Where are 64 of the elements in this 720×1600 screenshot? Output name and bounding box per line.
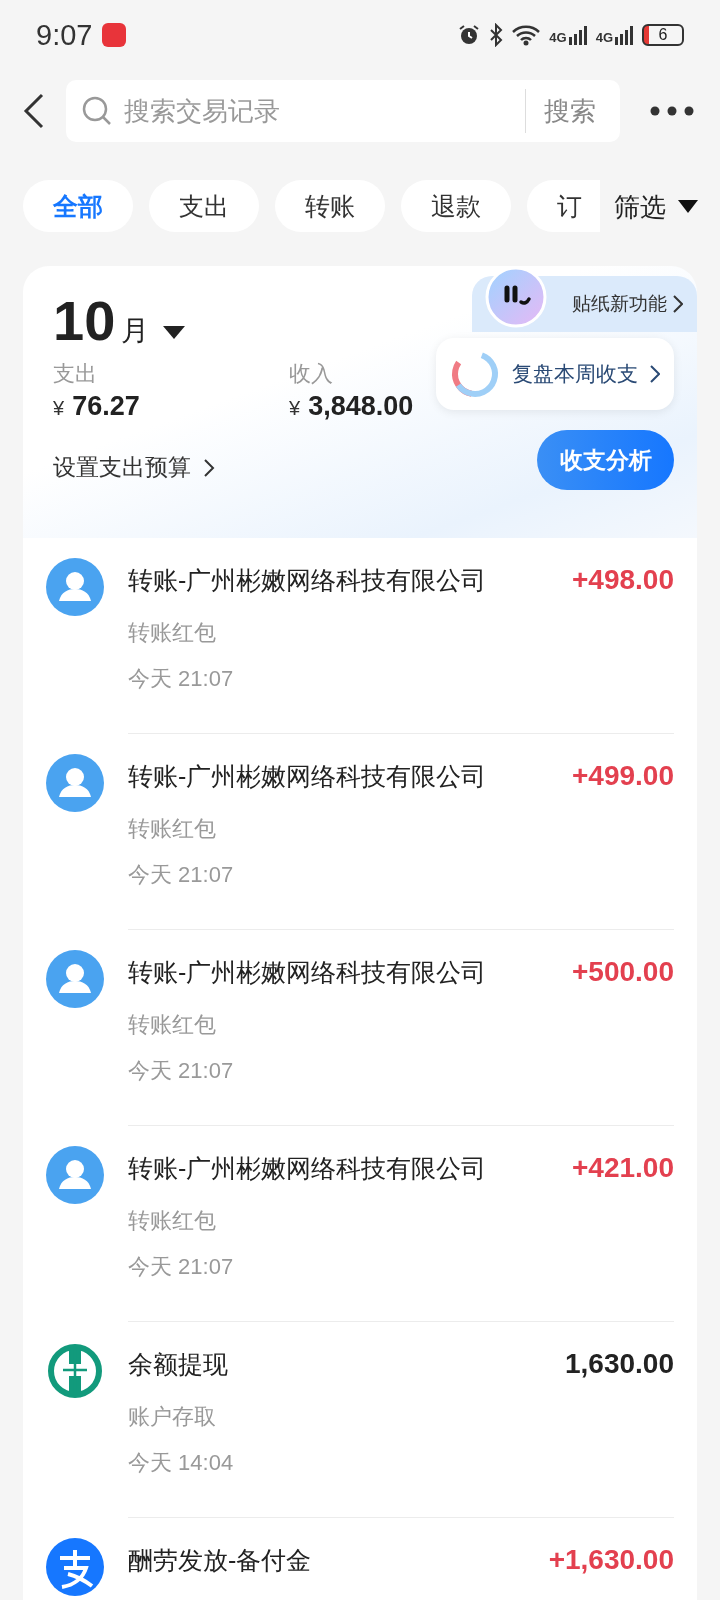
- month-value[interactable]: 10: [53, 288, 116, 353]
- currency-symbol: ¥: [53, 397, 65, 420]
- income-label: 收入: [289, 360, 333, 388]
- person-avatar-icon: [46, 1146, 104, 1204]
- app-notification-icon: [102, 23, 127, 47]
- month-unit[interactable]: 月: [121, 312, 150, 350]
- transaction-title: 余额提现: [128, 1348, 228, 1380]
- analysis-button[interactable]: 收支分析: [537, 430, 674, 490]
- payment-logo-icon: [46, 1538, 104, 1596]
- transaction-amount: +421.00: [572, 1152, 674, 1184]
- dropdown-icon[interactable]: [163, 326, 186, 340]
- network-label: 4G: [549, 30, 567, 45]
- expense-amount: 76.27: [72, 391, 140, 422]
- bluetooth-icon: [489, 23, 504, 47]
- more-icon: [650, 105, 694, 116]
- transaction-title: 转账-广州彬嫩网络科技有限公司: [128, 956, 487, 988]
- transaction-amount: +499.00: [572, 760, 674, 792]
- transaction-amount: +500.00: [572, 956, 674, 988]
- bank-logo-icon: [46, 1342, 104, 1400]
- transaction-time: 今天 21:07: [128, 1253, 235, 1281]
- signal-icon: [567, 25, 588, 45]
- clock-time: 9:07: [36, 18, 93, 52]
- network-label: 4G: [595, 30, 613, 45]
- transaction-time: 今天 21:07: [128, 665, 235, 693]
- transaction-title: 酬劳发放-备付金: [128, 1544, 312, 1576]
- person-avatar-icon: [46, 754, 104, 812]
- filter-chip[interactable]: 退款: [401, 180, 511, 232]
- smiley-sticker-icon: [485, 266, 547, 328]
- dropdown-icon: [678, 200, 698, 214]
- transaction-category: 转账红包: [128, 815, 217, 843]
- search-icon: [82, 96, 112, 126]
- budget-link[interactable]: 设置支出预算: [53, 452, 215, 483]
- person-avatar-icon: [46, 558, 104, 616]
- transaction-category: 转账红包: [128, 1011, 217, 1039]
- transaction-time: 今天 21:07: [128, 1057, 235, 1085]
- search-field[interactable]: 搜索交易记录 搜索: [66, 80, 620, 142]
- filter-chip[interactable]: 订: [527, 180, 603, 232]
- signal-icon: [614, 25, 634, 45]
- transaction-title: 转账-广州彬嫩网络科技有限公司: [128, 1152, 487, 1184]
- transaction-amount: 1,630.00: [565, 1348, 674, 1380]
- wifi-icon: [511, 24, 542, 46]
- transaction-time: 今天 14:04: [128, 1449, 235, 1477]
- filter-chip[interactable]: 支出: [149, 180, 259, 232]
- transaction-time: 今天 21:07: [128, 861, 235, 889]
- chevron-right-icon: [203, 458, 215, 477]
- chevron-right-icon: [673, 295, 683, 313]
- income-amount: 3,848.00: [308, 391, 414, 422]
- back-icon[interactable]: [22, 93, 46, 129]
- transaction-category: 账户存取: [128, 1403, 217, 1431]
- chevron-right-icon: [650, 365, 660, 383]
- person-avatar-icon: [46, 950, 104, 1008]
- currency-symbol: ¥: [289, 397, 301, 420]
- filter-chip[interactable]: 转账: [275, 180, 385, 232]
- search-button[interactable]: 搜索: [536, 93, 604, 129]
- transaction-amount: +498.00: [572, 564, 674, 596]
- weekly-review-bubble[interactable]: 复盘本周收支: [436, 338, 674, 410]
- expense-label: 支出: [53, 360, 97, 388]
- transaction-category: 转账红包: [128, 619, 217, 647]
- filter-chip[interactable]: 全部: [23, 180, 133, 232]
- transaction-amount: +1,630.00: [548, 1544, 674, 1576]
- transaction-category: 转账红包: [128, 1207, 217, 1235]
- transaction-title: 转账-广州彬嫩网络科技有限公司: [128, 564, 487, 596]
- battery-icon: 6: [642, 24, 684, 46]
- transaction-title: 转账-广州彬嫩网络科技有限公司: [128, 760, 487, 792]
